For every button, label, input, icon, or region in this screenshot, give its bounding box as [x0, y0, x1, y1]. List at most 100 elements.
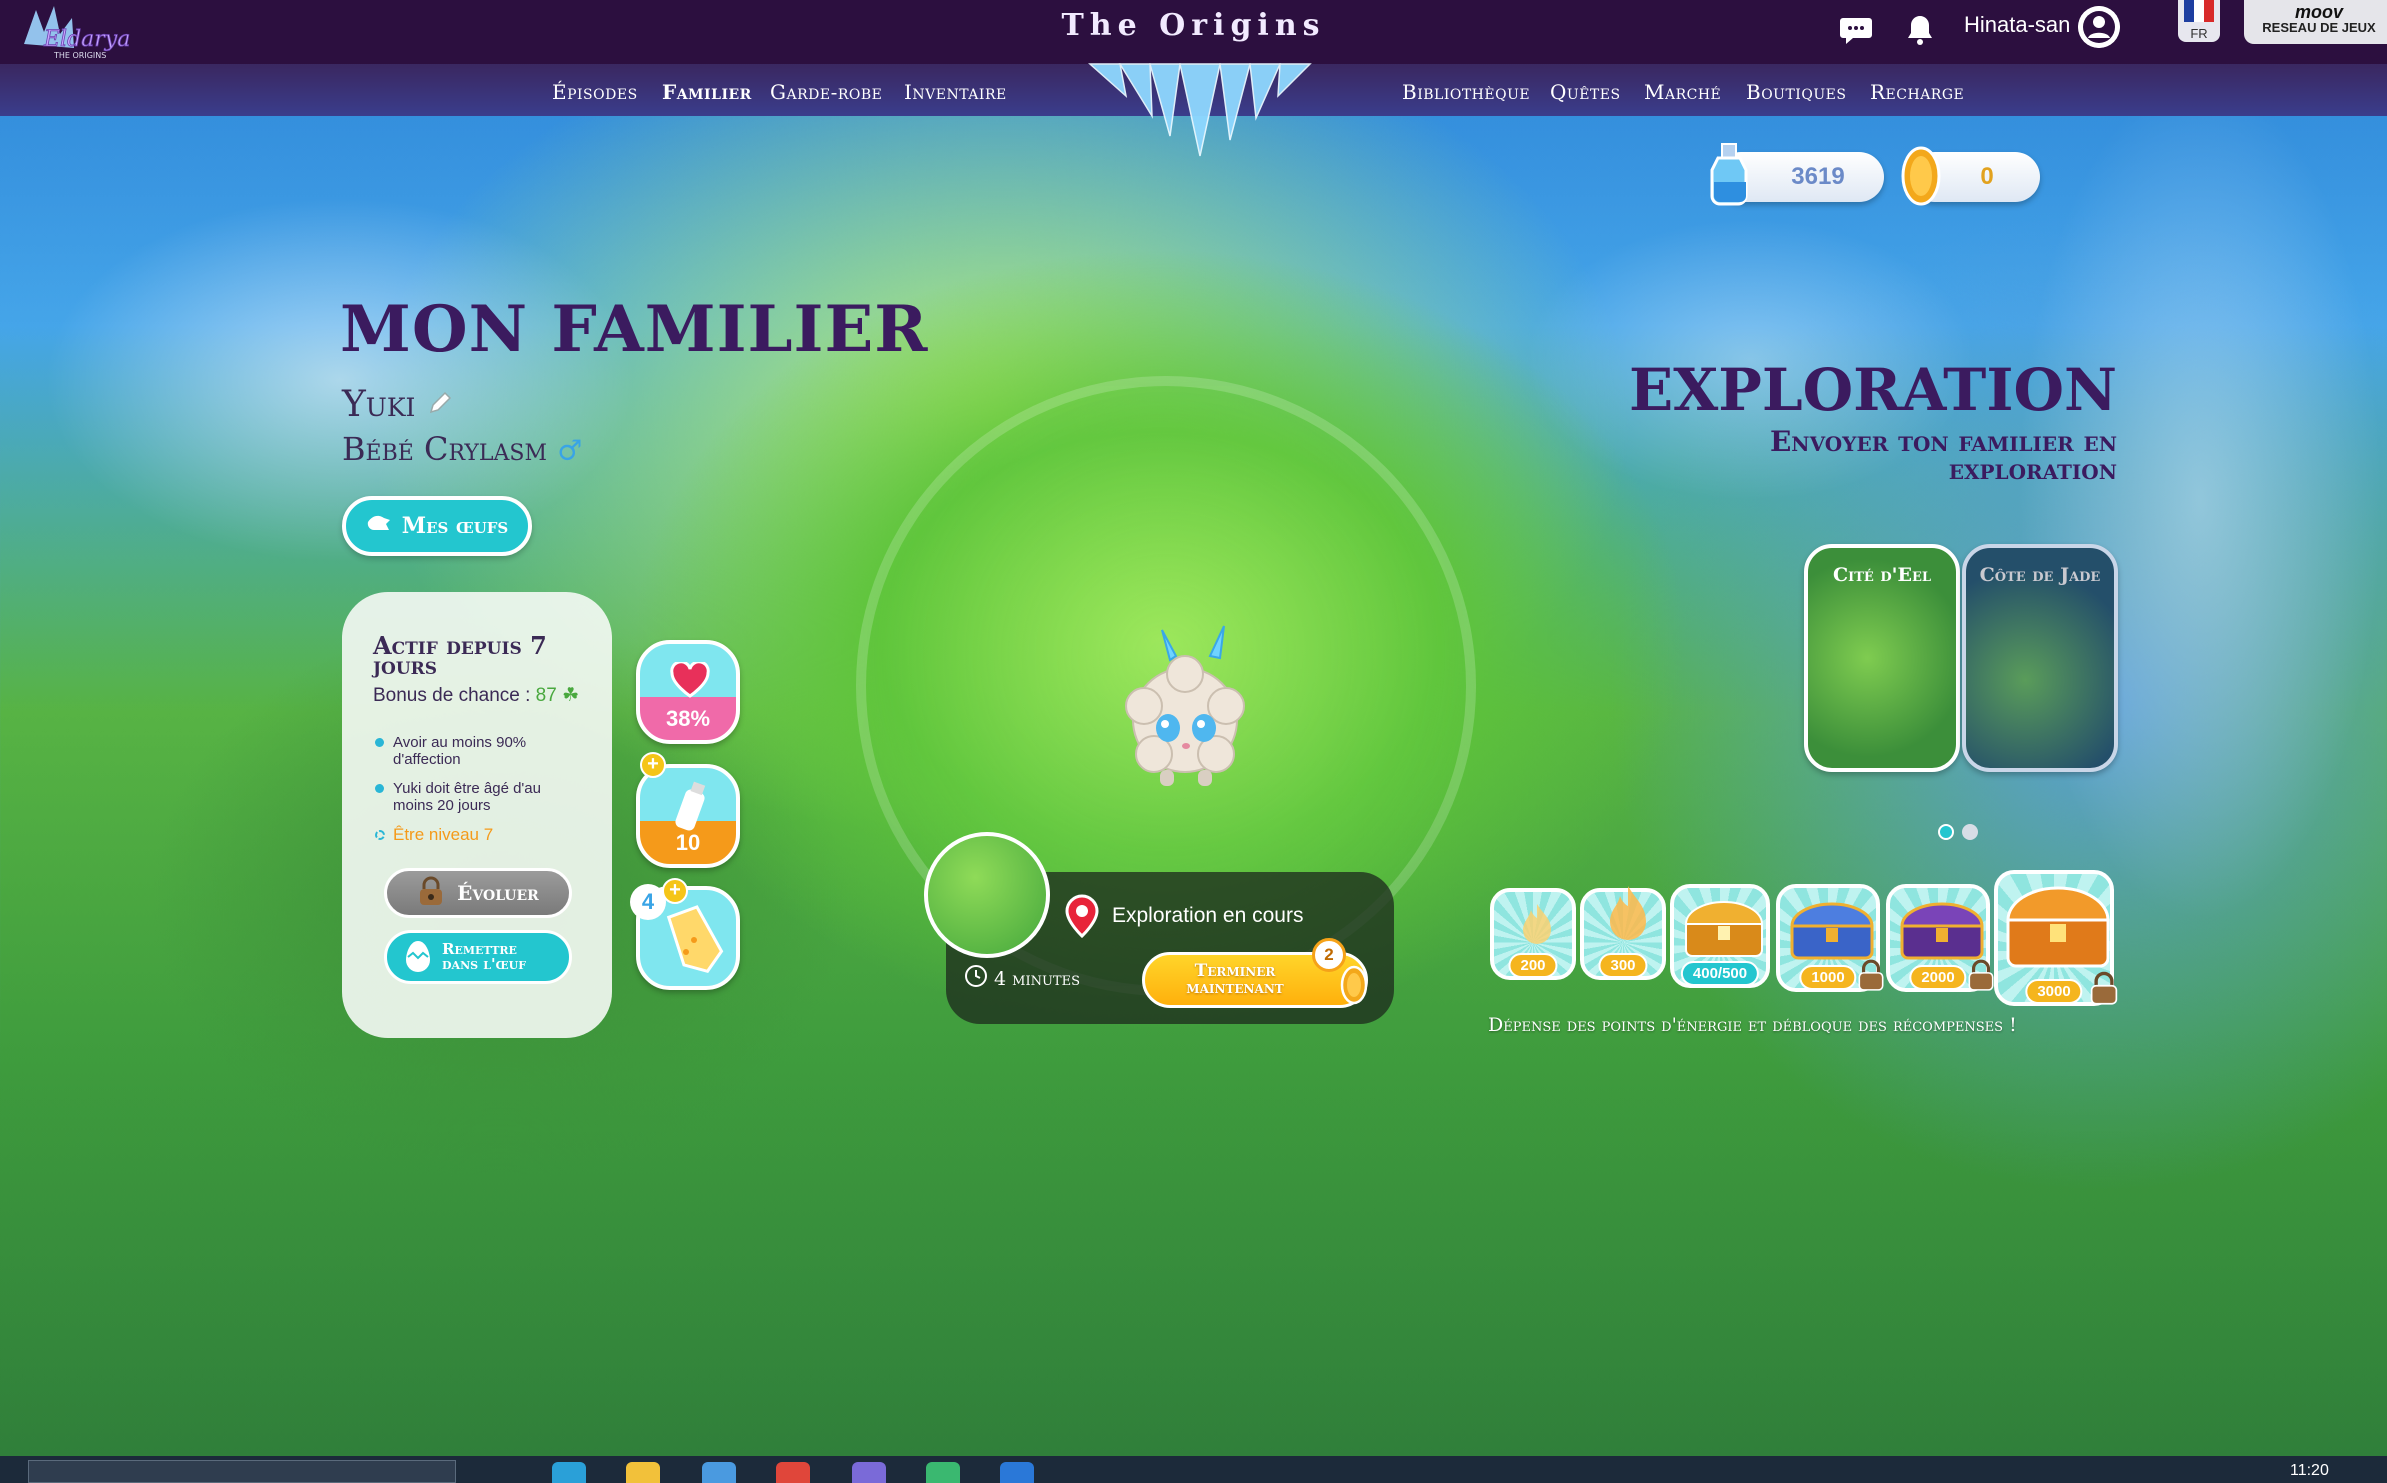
evolve-button[interactable]: Évoluer: [384, 868, 572, 918]
language-code: FR: [2190, 26, 2208, 41]
carousel-dot[interactable]: [1962, 824, 1978, 840]
luck-bonus-value: 87: [535, 685, 557, 706]
finish-coin-icon: [1336, 962, 1372, 1013]
nav-familier[interactable]: Familier: [662, 80, 752, 104]
taskbar-search[interactable]: [28, 1460, 456, 1483]
clover-icon: ☘: [562, 685, 580, 706]
return-to-egg-button[interactable]: Remettre dans l'œuf: [384, 930, 572, 984]
user-avatar-icon[interactable]: [2078, 6, 2120, 48]
food-bottle-icon: [675, 781, 706, 831]
page-title: MON FAMILIER: [340, 292, 929, 367]
flame-icon: [1523, 904, 1551, 944]
exploration-status: Exploration en cours: [1112, 904, 1304, 927]
france-flag-icon: [2184, 0, 2214, 22]
reward-amount: 200: [1508, 953, 1558, 978]
taskbar-vscode-icon[interactable]: [1000, 1462, 1034, 1483]
my-eggs-label: Mes œufs: [401, 513, 509, 539]
reward-tier-1[interactable]: 200: [1490, 888, 1576, 980]
carousel-dot-active[interactable]: [1938, 824, 1954, 840]
crystal-ornament-icon: [1030, 56, 1370, 166]
lock-icon: [417, 875, 445, 912]
taskbar-explorer-icon[interactable]: [626, 1462, 660, 1483]
rewards-caption: Dépense des points d'énergie et débloque…: [1488, 1014, 2017, 1036]
username[interactable]: Hinata-san: [1964, 12, 2070, 38]
edit-pencil-icon[interactable]: [427, 384, 453, 425]
gold-coin-icon: [1896, 144, 1946, 213]
reward-tier-6[interactable]: 3000: [1994, 870, 2118, 1006]
requirement-level: Être niveau 7: [373, 826, 573, 843]
nav-marche[interactable]: Marché: [1644, 80, 1721, 104]
chat-icon[interactable]: [1836, 10, 1876, 50]
chest-big-gold-icon: [2006, 886, 2110, 968]
requirement-affection: Avoir au moins 90% d'affection: [373, 734, 573, 768]
my-eggs-button[interactable]: Mes œufs: [342, 496, 532, 556]
exploration-timer: 4 minutes: [964, 964, 1080, 993]
exploration-timer-text: 4 minutes: [994, 967, 1080, 990]
location-name: Côte de Jade: [1979, 564, 2101, 586]
language-selector[interactable]: FR: [2178, 0, 2220, 42]
pet-species-text: Bébé Crylasm: [342, 430, 547, 468]
reward-amount: 1000: [1799, 965, 1857, 990]
add-food-button[interactable]: +: [640, 752, 666, 778]
lock-icon: [1858, 959, 1884, 991]
taskbar-app-icon[interactable]: [926, 1462, 960, 1483]
reward-tier-5[interactable]: 2000: [1886, 884, 1994, 992]
taskbar-chrome-icon[interactable]: [776, 1462, 810, 1483]
treat-bag-icon: [666, 905, 724, 973]
reward-tier-4[interactable]: 1000: [1776, 884, 1884, 992]
location-card-cote-de-jade[interactable]: Côte de Jade: [1962, 544, 2118, 772]
male-gender-icon: ♂: [557, 434, 583, 467]
exploration-location-thumbnail: [924, 832, 1050, 958]
reward-amount: 2000: [1909, 965, 1967, 990]
lock-icon: [2090, 971, 2118, 1005]
reward-amount: 3000: [2025, 979, 2083, 1004]
nav-bibliotheque[interactable]: Bibliothèque: [1402, 80, 1530, 104]
taskbar-edge-icon[interactable]: [552, 1462, 586, 1483]
affection-value: 38%: [665, 706, 711, 731]
svg-text:THE ORIGINS: THE ORIGINS: [53, 51, 106, 60]
nav-garde-robe[interactable]: Garde-robe: [770, 80, 882, 104]
finish-cost: 2: [1312, 938, 1346, 972]
nav-inventaire[interactable]: Inventaire: [904, 80, 1007, 104]
add-treat-button[interactable]: +: [662, 878, 688, 904]
egg-hatch-icon: [404, 939, 432, 976]
taskbar-teams-icon[interactable]: [852, 1462, 886, 1483]
chest-gold-icon: [1684, 901, 1764, 957]
bell-icon[interactable]: [1900, 10, 1940, 50]
food-stat[interactable]: 10: [636, 764, 740, 868]
treat-count: 4: [630, 884, 666, 920]
pet-name: Yuki: [342, 384, 453, 425]
exploration-title: EXPLORATION: [1629, 356, 2117, 424]
reward-tier-3[interactable]: 400/500: [1670, 884, 1770, 988]
nav-quetes[interactable]: Quêtes: [1550, 80, 1621, 104]
partner-subtitle: RESEAU DE JEUX: [2262, 20, 2376, 35]
top-bar: Eldarya THE ORIGINS The Origins Hinata-s…: [0, 0, 2387, 64]
taskbar-store-icon[interactable]: [702, 1462, 736, 1483]
chest-purple-icon: [1900, 902, 1984, 960]
reward-amount: 300: [1598, 953, 1648, 978]
heart-icon: [670, 662, 710, 698]
reward-tier-2[interactable]: 300: [1580, 886, 1666, 980]
taskbar-clock: 11:20: [2290, 1462, 2329, 1479]
potion-amount: 3619: [1791, 163, 1845, 190]
active-since-title: Actif depuis 7 jours: [373, 631, 547, 680]
pet-sprite[interactable]: [1110, 620, 1260, 800]
location-card-cite-deel[interactable]: Cité d'Eel: [1804, 544, 1960, 772]
luck-bonus-label: Bonus de chance :: [373, 685, 536, 706]
luck-bonus: Bonus de chance : 87 ☘: [373, 684, 579, 707]
pet-name-text: Yuki: [342, 384, 416, 425]
partner-title: moov: [2294, 2, 2343, 22]
flame-icon: [1610, 886, 1646, 940]
egg-icon: [366, 512, 392, 540]
affection-stat[interactable]: 38%: [636, 640, 740, 744]
nav-recharge[interactable]: Recharge: [1870, 80, 1964, 104]
partner-badge[interactable]: moov RESEAU DE JEUX: [2244, 0, 2387, 44]
nav-boutiques[interactable]: Boutiques: [1746, 80, 1846, 104]
nav-episodes[interactable]: Épisodes: [552, 80, 638, 104]
location-name: Cité d'Eel: [1832, 564, 1932, 586]
food-value: 10: [675, 830, 701, 855]
potion-icon: [1702, 142, 1758, 213]
clock-icon: [964, 964, 988, 993]
reward-amount: 400/500: [1680, 961, 1760, 986]
chest-blue-icon: [1790, 902, 1874, 960]
